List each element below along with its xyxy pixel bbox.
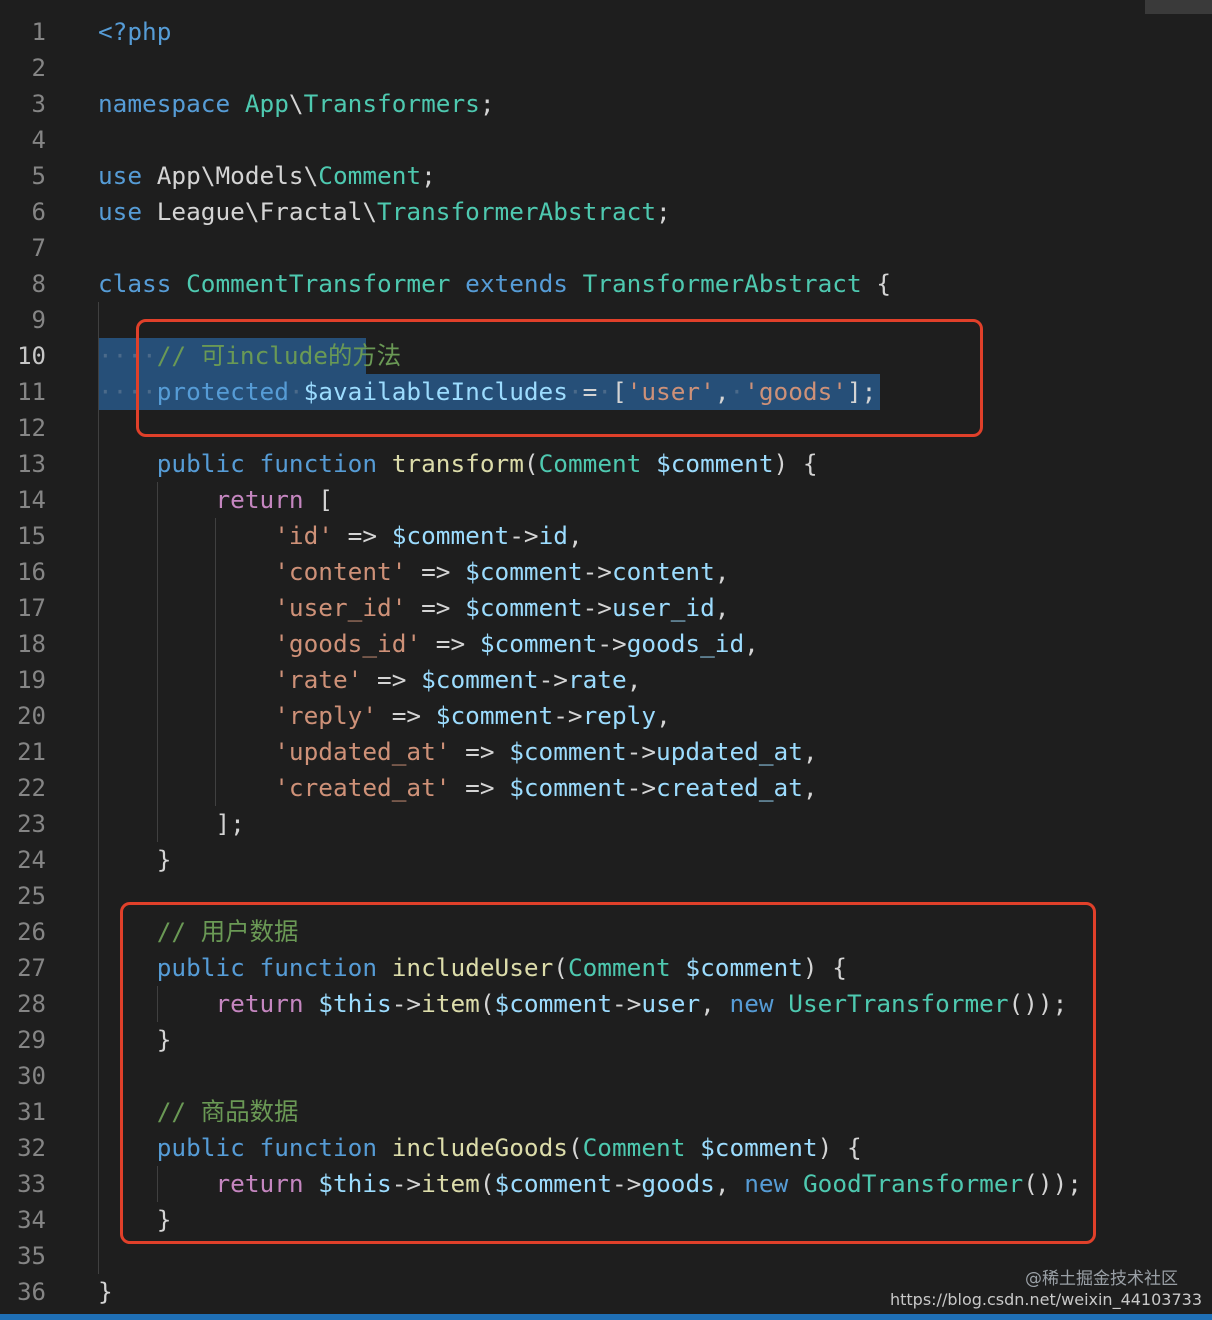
code-text: <?php <box>98 17 172 46</box>
status-bar-edge <box>0 1314 1212 1320</box>
code-text: namespace App\Transformers; <box>98 89 495 118</box>
line-number: 33 <box>17 1170 46 1198</box>
code-line[interactable]: 14 return [ <box>0 482 1212 518</box>
code-text: public function transform(Comment $comme… <box>156 449 818 478</box>
watermark-url: https://blog.csdn.net/weixin_44103733 <box>889 1290 1202 1309</box>
line-number: 21 <box>17 738 46 766</box>
code-text: class CommentTransformer extends Transfo… <box>98 269 892 298</box>
line-number: 22 <box>17 774 46 802</box>
line-number: 7 <box>31 234 46 262</box>
highlight-box-include-methods <box>120 902 1096 1244</box>
scrollbar-thumb[interactable] <box>1145 0 1212 14</box>
line-number: 2 <box>31 54 46 82</box>
line-number: 1 <box>31 18 46 46</box>
code-line[interactable]: 16 'content' => $comment->content, <box>0 554 1212 590</box>
code-text: 'created_at' => $comment->created_at, <box>274 773 818 802</box>
code-line[interactable]: 15 'id' => $comment->id, <box>0 518 1212 554</box>
code-line[interactable]: 13 public function transform(Comment $co… <box>0 446 1212 482</box>
line-number: 24 <box>17 846 46 874</box>
code-text: } <box>98 1277 113 1306</box>
line-number: 8 <box>31 270 46 298</box>
code-text: ]; <box>215 809 245 838</box>
code-text: 'updated_at' => $comment->updated_at, <box>274 737 818 766</box>
line-number: 15 <box>17 522 46 550</box>
line-number: 9 <box>31 306 46 334</box>
line-number: 29 <box>17 1026 46 1054</box>
line-number: 36 <box>17 1278 46 1306</box>
code-line[interactable]: 17 'user_id' => $comment->user_id, <box>0 590 1212 626</box>
code-line[interactable]: 22 'created_at' => $comment->created_at, <box>0 770 1212 806</box>
code-text: 'content' => $comment->content, <box>274 557 730 586</box>
line-number: 5 <box>31 162 46 190</box>
line-number: 6 <box>31 198 46 226</box>
watermark-juejin: @稀土掘金技术社区 <box>1025 1269 1178 1289</box>
code-line[interactable]: 6 use League\Fractal\TransformerAbstract; <box>0 194 1212 230</box>
code-text: return [ <box>215 485 333 514</box>
code-line[interactable]: 2 <box>0 50 1212 86</box>
code-line[interactable]: 23 ]; <box>0 806 1212 842</box>
code-editor[interactable]: 1 <?php 2 3 namespace App\Transformers; 4 5 use… <box>0 0 1212 1314</box>
line-number: 26 <box>17 918 46 946</box>
code-line[interactable]: 4 <box>0 122 1212 158</box>
line-number: 34 <box>17 1206 46 1234</box>
line-number: 4 <box>31 126 46 154</box>
code-line[interactable]: 20 'reply' => $comment->reply, <box>0 698 1212 734</box>
code-line[interactable]: 5 use App\Models\Comment; <box>0 158 1212 194</box>
code-line[interactable]: 7 <box>0 230 1212 266</box>
highlight-box-includes <box>136 319 983 437</box>
line-number: 3 <box>31 90 46 118</box>
line-number: 14 <box>17 486 46 514</box>
code-line[interactable]: 18 'goods_id' => $comment->goods_id, <box>0 626 1212 662</box>
line-number: 10 <box>17 342 46 370</box>
code-line[interactable]: 19 'rate' => $comment->rate, <box>0 662 1212 698</box>
line-number: 30 <box>17 1062 46 1090</box>
code-text: 'id' => $comment->id, <box>274 521 583 550</box>
line-number: 35 <box>17 1242 46 1270</box>
line-number: 12 <box>17 414 46 442</box>
code-text: } <box>156 845 172 874</box>
line-number: 13 <box>17 450 46 478</box>
line-number: 11 <box>17 378 46 406</box>
line-number: 31 <box>17 1098 46 1126</box>
line-number: 28 <box>17 990 46 1018</box>
code-line[interactable]: 8 class CommentTransformer extends Transf… <box>0 266 1212 302</box>
code-text: use App\Models\Comment; <box>98 161 436 190</box>
line-number: 25 <box>17 882 46 910</box>
code-line[interactable]: 1 <?php <box>0 14 1212 50</box>
line-number: 32 <box>17 1134 46 1162</box>
line-number: 23 <box>17 810 46 838</box>
line-number: 27 <box>17 954 46 982</box>
code-line[interactable]: 24 } <box>0 842 1212 878</box>
code-text: use League\Fractal\TransformerAbstract; <box>98 197 671 226</box>
code-text: 'user_id' => $comment->user_id, <box>274 593 730 622</box>
line-number: 20 <box>17 702 46 730</box>
line-number: 17 <box>17 594 46 622</box>
line-number: 19 <box>17 666 46 694</box>
code-text: 'rate' => $comment->rate, <box>274 665 642 694</box>
code-line[interactable]: 3 namespace App\Transformers; <box>0 86 1212 122</box>
code-text: 'reply' => $comment->reply, <box>274 701 671 730</box>
code-text: 'goods_id' => $comment->goods_id, <box>274 629 759 658</box>
code-line[interactable]: 21 'updated_at' => $comment->updated_at, <box>0 734 1212 770</box>
line-number: 18 <box>17 630 46 658</box>
line-number: 16 <box>17 558 46 586</box>
